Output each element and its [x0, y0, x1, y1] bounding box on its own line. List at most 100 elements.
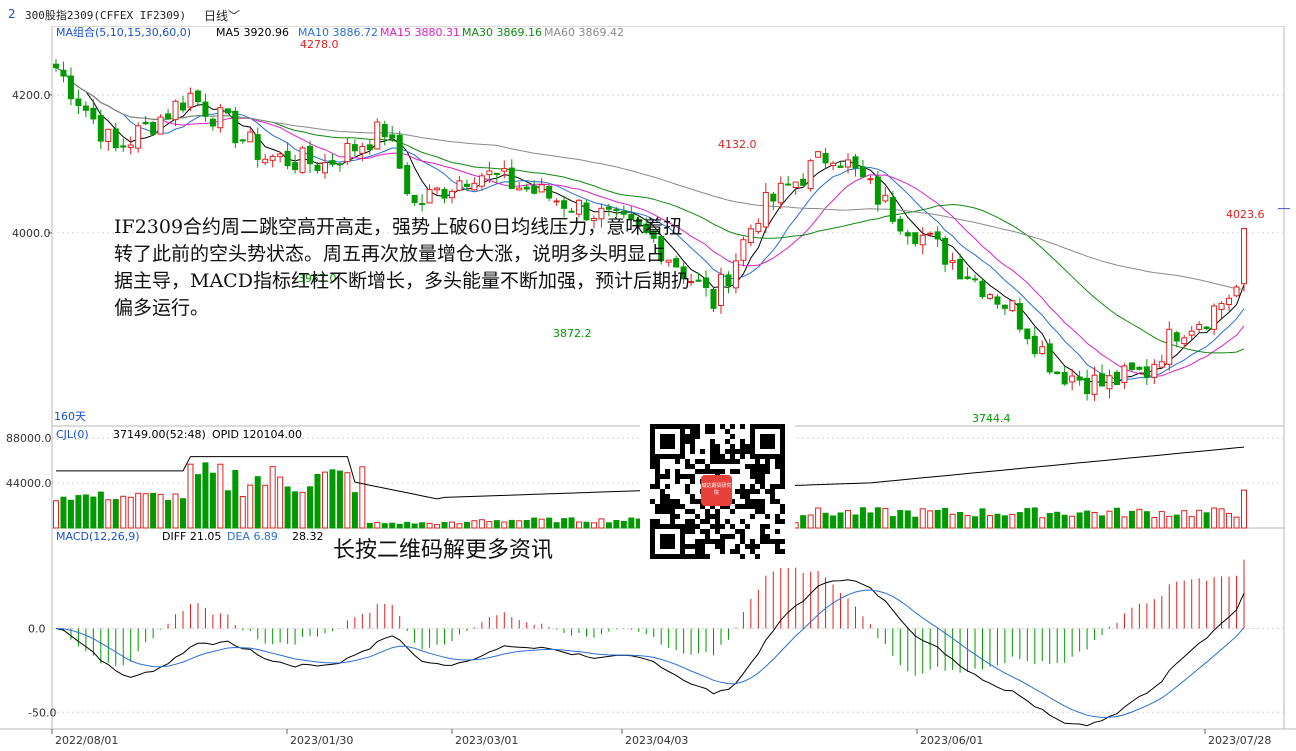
qr-module	[730, 444, 735, 449]
qr-module	[705, 554, 710, 559]
y-tick-label: 4000.0	[12, 227, 51, 240]
volume-bar	[456, 523, 463, 529]
qr-module	[665, 474, 670, 479]
candle	[770, 193, 777, 202]
volume-bar	[568, 517, 575, 529]
candle	[60, 69, 67, 77]
qr-module	[685, 474, 690, 479]
volume-bar	[486, 521, 493, 529]
volume-bar	[957, 511, 964, 529]
volume-bar	[172, 493, 179, 529]
volume-bar	[1024, 508, 1031, 529]
period-selector[interactable]: 日线﹀	[204, 7, 240, 24]
qr-module	[750, 469, 755, 474]
qr-module	[745, 524, 750, 529]
volume-bar	[1031, 507, 1038, 529]
volume-bar	[538, 518, 545, 529]
qr-module	[745, 489, 750, 494]
candle	[1076, 376, 1083, 381]
candle	[1054, 371, 1061, 374]
volume-bar	[351, 492, 358, 529]
candle	[254, 134, 261, 160]
candle	[1009, 300, 1016, 312]
qr-module	[780, 484, 785, 489]
volume-bar	[1001, 515, 1008, 529]
qr-module	[685, 524, 690, 529]
qr-module	[705, 539, 710, 544]
candle	[381, 123, 388, 138]
volume-bar	[1046, 513, 1053, 529]
volume-bar	[180, 498, 187, 529]
y-tick-label: 44000.0	[6, 477, 52, 490]
volume-bar	[187, 463, 194, 529]
window-index: 2	[8, 7, 16, 21]
qr-module	[750, 504, 755, 509]
macd-legend-label: MACD(12,26,9)	[56, 530, 140, 543]
qr-module	[745, 464, 750, 469]
ma-legend-item: MA30 3869.16	[462, 26, 542, 39]
qr-module	[745, 499, 750, 504]
candle	[404, 165, 411, 195]
qr-module	[690, 499, 695, 504]
volume-bar	[262, 484, 269, 529]
volume-bar	[859, 507, 866, 529]
qr-module	[730, 424, 735, 429]
candle	[239, 139, 246, 142]
qr-module	[740, 424, 745, 429]
qr-module	[760, 484, 765, 489]
candle	[486, 170, 493, 176]
ma-group-label: MA组合(5,10,15,30,60,0)	[56, 25, 191, 39]
volume-bar	[822, 512, 829, 529]
qr-module	[690, 494, 695, 499]
qr-module	[730, 469, 735, 474]
qr-module	[725, 459, 730, 464]
qr-module	[720, 549, 725, 554]
qr-module	[760, 529, 765, 534]
qr-module	[695, 544, 700, 549]
volume-bar	[1173, 514, 1180, 529]
volume-bar	[411, 523, 418, 529]
qr-module	[675, 469, 680, 474]
qr-module	[760, 499, 765, 504]
candle	[912, 232, 919, 245]
qr-module	[755, 474, 760, 479]
qr-logo: 城达期货研究院	[701, 475, 732, 506]
qr-module	[695, 514, 700, 519]
volume-bar	[897, 510, 904, 529]
qr-module	[675, 514, 680, 519]
qr-module	[700, 449, 705, 454]
candle	[732, 260, 739, 289]
candle	[165, 113, 172, 120]
candle	[867, 178, 874, 181]
price-annotation: 3744.4	[972, 412, 1011, 425]
volume-bar	[434, 524, 441, 529]
qr-module	[740, 494, 745, 499]
candle	[695, 279, 702, 282]
candle	[501, 168, 508, 172]
candle	[493, 172, 500, 176]
volume-bar	[605, 522, 612, 529]
qr-module	[710, 449, 715, 454]
qr-module	[670, 519, 675, 524]
qr-module	[765, 524, 770, 529]
ma-legend-item: MA10 3886.72	[298, 26, 378, 39]
candle	[1203, 326, 1210, 330]
qr-module	[685, 529, 690, 534]
qr-module	[760, 434, 775, 449]
qr-module	[760, 469, 765, 474]
qr-module	[655, 509, 660, 514]
candle	[703, 277, 710, 289]
macd-legend-item: DEA 6.89	[227, 530, 278, 543]
qr-module	[710, 444, 715, 449]
volume-bar	[972, 516, 979, 529]
qr-module	[720, 424, 725, 429]
x-tick-label: 2023/01/30	[290, 734, 353, 747]
volume-bar	[374, 521, 381, 529]
candle	[561, 200, 568, 209]
qr-module	[700, 549, 705, 554]
volume-bar	[867, 512, 874, 529]
candle	[762, 191, 769, 228]
candle	[1061, 372, 1068, 385]
qr-module	[750, 549, 755, 554]
candle	[994, 296, 1001, 305]
